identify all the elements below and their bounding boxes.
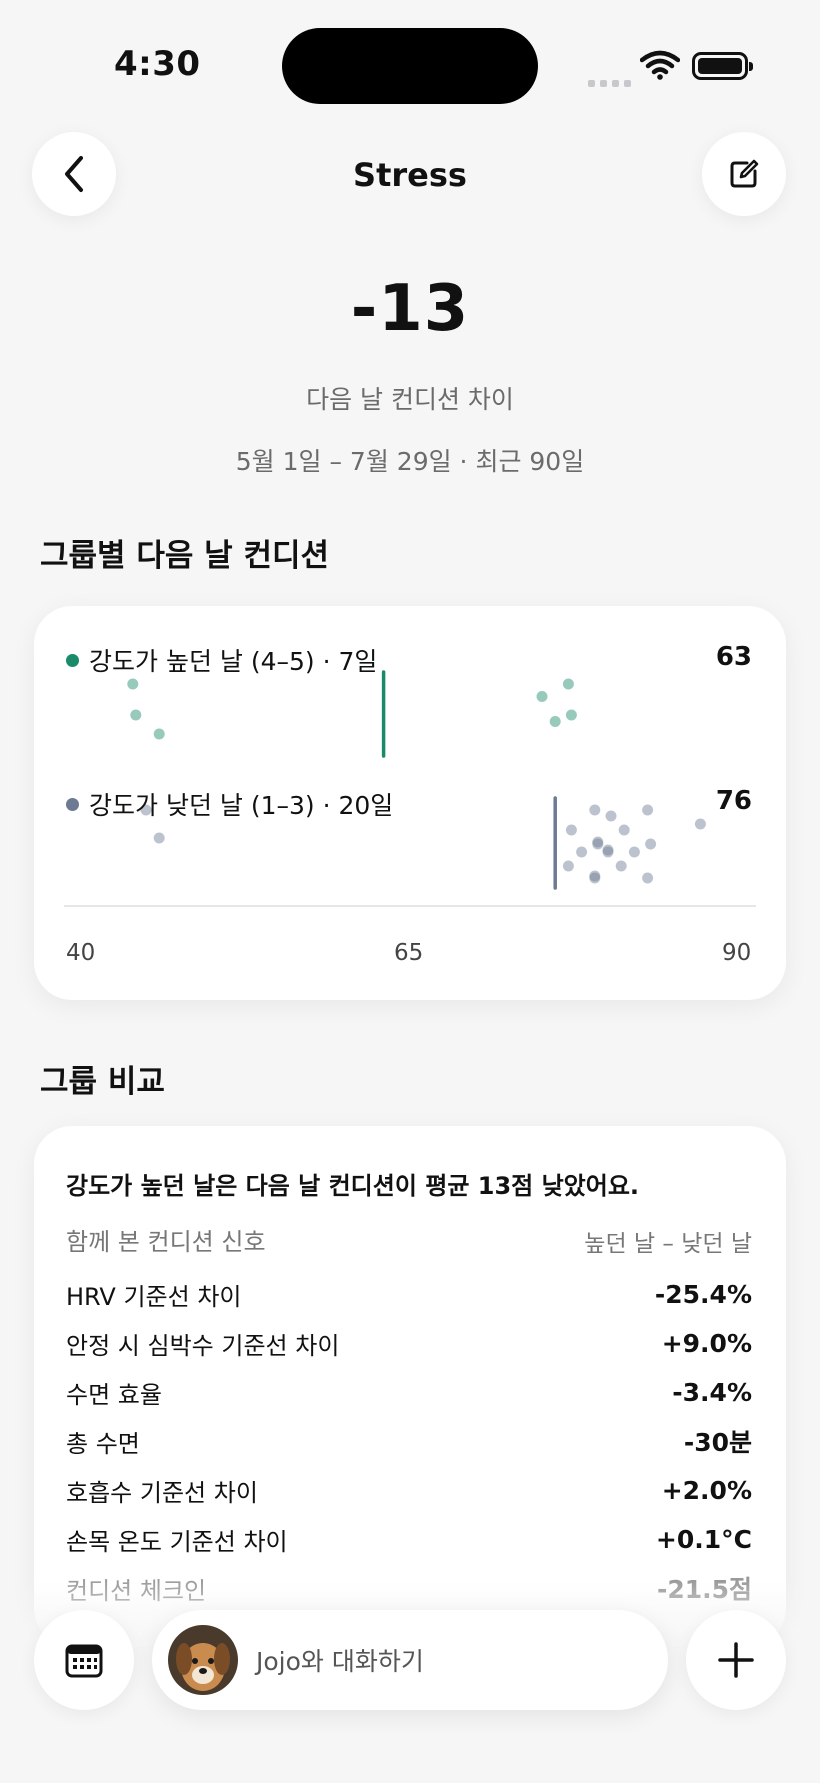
group-low-legend-dot — [66, 797, 79, 811]
cellular-signal-icon — [588, 72, 638, 87]
data-point — [562, 678, 574, 690]
metric-row-hrv: HRV 기준선 차이 -25.4% — [66, 1274, 752, 1314]
data-point — [536, 691, 548, 702]
data-point — [130, 709, 142, 721]
metric-value: +0.1°C — [655, 1524, 752, 1554]
metric-row-respiratory-rate: 호흡수 기준선 차이 +2.0% — [66, 1470, 752, 1510]
data-point — [153, 728, 165, 740]
metric-value: +2.0% — [661, 1475, 752, 1505]
metric-row-total-sleep: 총 수면 -30분 — [66, 1421, 752, 1461]
metric-row-sleep-efficiency: 수면 효율 -3.4% — [66, 1372, 752, 1412]
status-time: 4:30 — [114, 44, 201, 84]
wifi-icon — [639, 50, 681, 84]
data-point — [549, 716, 561, 727]
compare-headline: 강도가 높던 날은 다음 날 컨디션이 평균 13점 낮았어요. — [66, 1172, 640, 1200]
compare-column-left: 함께 본 컨디션 신호 — [66, 1228, 266, 1256]
x-tick-label: 40 — [66, 940, 96, 966]
data-point — [592, 836, 604, 848]
data-point — [645, 838, 657, 850]
edit-icon — [730, 159, 759, 188]
data-point — [153, 832, 165, 844]
metric-label: 수면 효율 — [66, 1380, 162, 1409]
metric-value: -30분 — [683, 1428, 752, 1457]
data-point — [562, 860, 574, 872]
data-point — [615, 860, 627, 872]
calendar-button[interactable] — [34, 1610, 134, 1710]
group-high-label: 강도가 높던 날 (4–5) · 7일 — [66, 642, 377, 678]
metric-label: 손목 온도 기준선 차이 — [66, 1527, 288, 1556]
group-chart-card: 강도가 높던 날 (4–5) · 7일 63 강도가 낮던 날 (1–3) · … — [34, 606, 786, 1000]
metric-label: 총 수면 — [66, 1429, 140, 1458]
group-low-name: 강도가 낮던 날 (1–3) · 20일 — [89, 791, 394, 820]
chat-placeholder: Jojo와 대화하기 — [256, 1647, 424, 1676]
x-tick-label: 90 — [722, 940, 752, 966]
dynamic-island — [282, 28, 538, 104]
data-point — [642, 872, 654, 884]
battery-icon — [692, 52, 753, 80]
group-compare-card: 강도가 높던 날은 다음 날 컨디션이 평균 13점 낮았어요. 함께 본 컨디… — [34, 1126, 786, 1646]
plus-icon — [718, 1642, 754, 1678]
data-point — [618, 824, 630, 836]
condition-difference-caption: 다음 날 컨디션 차이 — [306, 385, 514, 414]
add-button[interactable] — [686, 1610, 786, 1710]
data-point — [565, 709, 577, 721]
date-range: 5월 1일 – 7월 29일 · 최근 90일 — [235, 447, 585, 476]
group-high-name: 강도가 높던 날 (4–5) · 7일 — [89, 647, 378, 676]
metric-value: -25.4% — [654, 1279, 752, 1309]
metric-label: HRV 기준선 차이 — [66, 1282, 242, 1311]
group-low-label: 강도가 낮던 날 (1–3) · 20일 — [66, 786, 393, 822]
data-point — [576, 846, 588, 858]
data-point — [565, 824, 577, 836]
compare-column-right: 높던 날 – 낮던 날 — [584, 1231, 752, 1257]
x-tick-label: 65 — [394, 940, 424, 966]
metric-row-resting-hr: 안정 시 심박수 기준선 차이 +9.0% — [66, 1323, 752, 1363]
group-high-mean: 63 — [715, 642, 752, 672]
compare-section-title: 그룹 비교 — [40, 1064, 165, 1100]
data-point — [602, 844, 614, 856]
groups-section-title: 그룹별 다음 날 컨디션 — [40, 538, 330, 574]
edit-button[interactable] — [702, 132, 786, 216]
calendar-icon — [65, 1644, 103, 1678]
data-point — [642, 804, 654, 816]
avatar — [168, 1625, 238, 1695]
group-low-mean: 76 — [715, 786, 752, 816]
condition-difference-value: -13 — [350, 272, 470, 346]
metric-row-wrist-temp: 손목 온도 기준선 차이 +0.1°C — [66, 1519, 752, 1559]
group-high-legend-dot — [66, 653, 79, 667]
data-point — [605, 810, 617, 822]
data-point — [127, 678, 139, 690]
metric-label: 안정 시 심박수 기준선 차이 — [66, 1331, 340, 1360]
page-title: Stress — [353, 156, 467, 194]
status-bar: 4:30 — [0, 0, 820, 120]
data-point — [694, 818, 706, 830]
chat-input-button[interactable]: Jojo와 대화하기 — [152, 1610, 668, 1710]
metric-value: +9.0% — [661, 1328, 752, 1358]
metric-value: -3.4% — [672, 1377, 752, 1407]
data-point — [589, 870, 601, 882]
data-point — [628, 846, 640, 858]
data-point — [589, 804, 601, 816]
metric-label: 호흡수 기준선 차이 — [66, 1478, 258, 1507]
